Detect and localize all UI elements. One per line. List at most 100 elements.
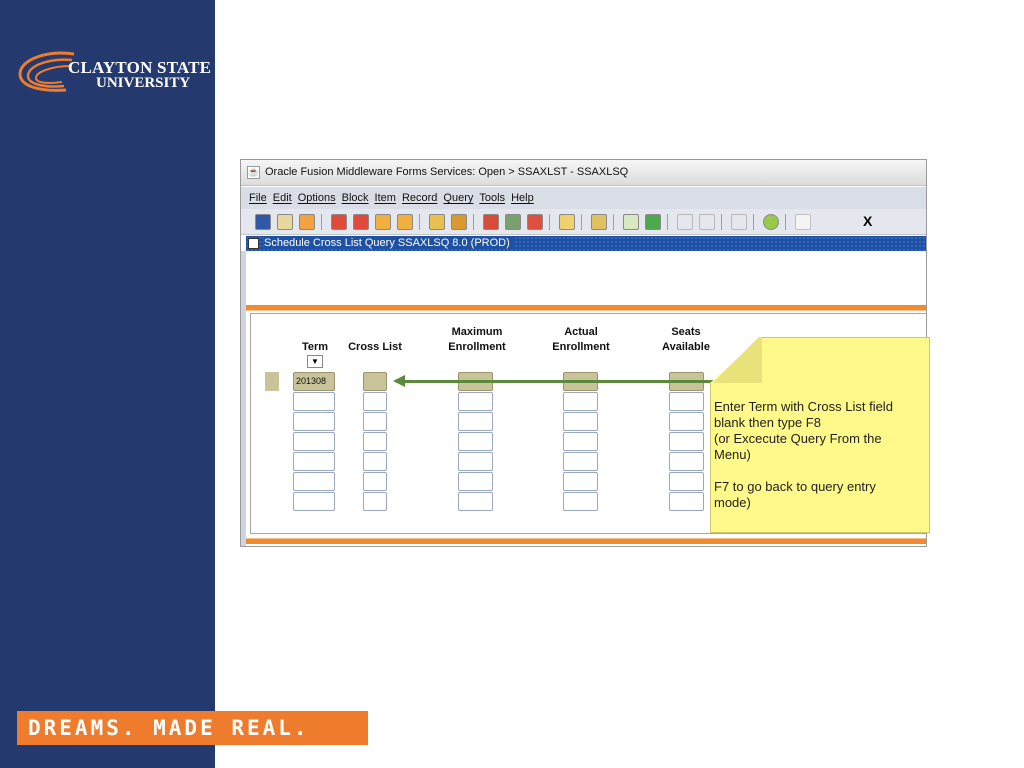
term-lov-button[interactable]: ▼ xyxy=(307,355,323,368)
maximum-enrollment-field[interactable] xyxy=(458,392,493,411)
cross-list-field[interactable] xyxy=(363,392,387,411)
lov-icon[interactable] xyxy=(559,214,575,230)
chevron-down-icon: ▼ xyxy=(311,357,319,366)
seats-available-field[interactable] xyxy=(669,452,704,471)
callout-text: Enter Term with Cross List field blank t… xyxy=(714,399,926,511)
toolbar-separator xyxy=(473,214,474,230)
menu-help[interactable]: Help xyxy=(511,192,534,204)
seats-available-field[interactable] xyxy=(669,492,704,511)
maximum-enrollment-field[interactable] xyxy=(458,412,493,431)
search-icon[interactable] xyxy=(623,214,639,230)
actual-enrollment-field[interactable] xyxy=(563,472,598,491)
cross-list-field[interactable] xyxy=(363,412,387,431)
record-indicator xyxy=(265,372,279,391)
window-titlebar: ☕ Oracle Fusion Middleware Forms Service… xyxy=(241,160,926,186)
menu-file[interactable]: File xyxy=(249,192,267,204)
clayton-state-logo: CLAYTON STATE UNIVERSITY xyxy=(16,46,211,98)
seats-available-field[interactable] xyxy=(669,432,704,451)
slide-sidebar: CLAYTON STATE UNIVERSITY xyxy=(0,0,215,768)
blank-icon[interactable] xyxy=(795,214,811,230)
enter-query-icon[interactable] xyxy=(429,214,445,230)
crosshair-icon[interactable] xyxy=(699,214,715,230)
form-title: Schedule Cross List Query SSAXLSQ 8.0 (P… xyxy=(264,237,514,249)
cancel-query-icon[interactable] xyxy=(527,214,543,230)
actual-enrollment-field[interactable] xyxy=(563,432,598,451)
term-field[interactable] xyxy=(293,432,335,451)
term-field[interactable] xyxy=(293,492,335,511)
java-app-icon: ☕ xyxy=(247,166,260,179)
previous-record-icon[interactable] xyxy=(375,214,391,230)
cross-list-field[interactable] xyxy=(363,492,387,511)
toolbar-separator xyxy=(785,214,786,230)
seats-available-field[interactable] xyxy=(669,392,704,411)
save-icon[interactable] xyxy=(255,214,271,230)
toolbar-separator xyxy=(419,214,420,230)
logo-text-university: UNIVERSITY xyxy=(96,75,191,91)
callout-line: Enter Term with Cross List field xyxy=(714,399,893,414)
navigate-icon[interactable] xyxy=(677,214,693,230)
delete-record-icon[interactable] xyxy=(505,214,521,230)
callout-line: Menu) xyxy=(714,447,751,462)
column-header-cross-list: Cross List xyxy=(348,341,402,353)
term-field[interactable] xyxy=(293,452,335,471)
toolbar: X xyxy=(241,209,926,235)
column-header-maximum-enrollment: Maximum Enrollment xyxy=(448,326,506,353)
next-record-icon[interactable] xyxy=(397,214,413,230)
options-icon[interactable] xyxy=(731,214,747,230)
form-title-bar: Schedule Cross List Query SSAXLSQ 8.0 (P… xyxy=(246,236,926,251)
maximum-enrollment-field[interactable] xyxy=(458,472,493,491)
execute-query-icon[interactable] xyxy=(451,214,467,230)
actual-enrollment-field[interactable] xyxy=(563,492,598,511)
actual-enrollment-field[interactable] xyxy=(563,392,598,411)
window-title: Oracle Fusion Middleware Forms Services:… xyxy=(265,166,629,178)
callout-line xyxy=(714,463,926,479)
maximum-enrollment-field[interactable] xyxy=(458,432,493,451)
actual-enrollment-field[interactable] xyxy=(563,412,598,431)
callout-note-fold xyxy=(710,337,762,383)
callout-line: blank then type F8 xyxy=(714,415,821,430)
rollback-icon[interactable] xyxy=(277,214,293,230)
toolbar-separator xyxy=(321,214,322,230)
column-header-term: Term xyxy=(301,341,329,353)
menu-tools[interactable]: Tools xyxy=(479,192,505,204)
maximum-enrollment-field[interactable] xyxy=(458,492,493,511)
menu-record[interactable]: Record xyxy=(402,192,437,204)
term-field[interactable]: 201308 xyxy=(293,372,335,391)
term-field[interactable] xyxy=(293,412,335,431)
actual-enrollment-field[interactable] xyxy=(563,452,598,471)
menu-edit[interactable]: Edit xyxy=(273,192,292,204)
add-icon[interactable] xyxy=(645,214,661,230)
toolbar-separator xyxy=(721,214,722,230)
menu-bar: File Edit Options Block Item Record Quer… xyxy=(241,187,926,209)
menu-query[interactable]: Query xyxy=(443,192,473,204)
callout-line: (or Excecute Query From the xyxy=(714,431,882,446)
term-field[interactable] xyxy=(293,392,335,411)
cross-list-field[interactable] xyxy=(363,432,387,451)
menu-options[interactable]: Options xyxy=(298,192,336,204)
callout-line: F7 to go back to query entry xyxy=(714,479,876,494)
print-icon[interactable] xyxy=(299,214,315,230)
close-icon[interactable]: X xyxy=(863,213,872,229)
cross-list-field[interactable] xyxy=(363,372,387,391)
seats-available-field[interactable] xyxy=(669,472,704,491)
orange-divider-bottom xyxy=(246,538,926,544)
maximum-enrollment-field[interactable] xyxy=(458,452,493,471)
column-header-actual-enrollment: Actual Enrollment xyxy=(552,326,610,353)
help-icon[interactable] xyxy=(763,214,779,230)
term-field[interactable] xyxy=(293,472,335,491)
export-icon[interactable] xyxy=(591,214,607,230)
toolbar-separator xyxy=(549,214,550,230)
cross-list-field[interactable] xyxy=(363,472,387,491)
menu-item[interactable]: Item xyxy=(375,192,396,204)
previous-block-icon[interactable] xyxy=(331,214,347,230)
swoosh-icon xyxy=(18,51,75,92)
insert-record-icon[interactable] xyxy=(483,214,499,230)
toolbar-separator xyxy=(581,214,582,230)
callout-line: mode) xyxy=(714,495,751,510)
next-block-icon[interactable] xyxy=(353,214,369,230)
callout-arrow-line xyxy=(404,380,714,383)
toolbar-separator xyxy=(667,214,668,230)
menu-block[interactable]: Block xyxy=(342,192,369,204)
seats-available-field[interactable] xyxy=(669,412,704,431)
cross-list-field[interactable] xyxy=(363,452,387,471)
